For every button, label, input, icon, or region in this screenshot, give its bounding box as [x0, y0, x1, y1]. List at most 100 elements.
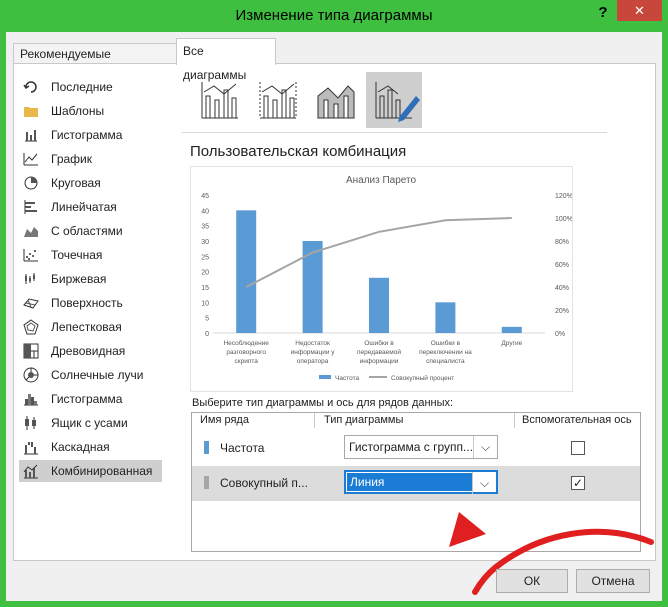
- sidebar-item-column[interactable]: Гистограмма: [19, 124, 162, 146]
- combo-heading: Пользовательская комбинация: [190, 143, 407, 160]
- dialog-window: Изменение типа диаграммы ? ✕ Рекомендуем…: [0, 0, 668, 607]
- sidebar-item-line[interactable]: График: [19, 148, 162, 170]
- secondary-axis-checkbox[interactable]: ✓: [571, 476, 585, 490]
- legend-swatch-frequency: [319, 375, 331, 379]
- y2-tick-label: 120%: [555, 193, 572, 200]
- y-tick-label: 20: [201, 270, 209, 277]
- y-tick-label: 40: [201, 208, 209, 215]
- subtype-custom-combination[interactable]: [366, 72, 422, 128]
- bar: [369, 277, 389, 333]
- chart-title: Анализ Парето: [346, 175, 417, 186]
- sidebar-item-combo[interactable]: Комбинированная: [19, 460, 162, 482]
- sidebar-item-waterfall[interactable]: Каскадная: [19, 436, 162, 458]
- tab-all-charts[interactable]: Все диаграммы: [176, 38, 276, 82]
- y-tick-label: 30: [201, 239, 209, 246]
- x-tick-label: Ошибки в: [431, 339, 461, 347]
- window-title: Изменение типа диаграммы: [235, 7, 433, 24]
- sidebar-item-bar[interactable]: Линейчатая: [19, 196, 162, 218]
- chart-type-value: Гистограмма с групп...: [349, 440, 473, 454]
- sidebar-item-box-whisker[interactable]: Ящик с усами: [19, 412, 162, 434]
- series-row-frequency[interactable]: Частота Гистограмма с групп... ⌵: [192, 431, 640, 466]
- series-color-marker: [204, 441, 209, 454]
- sidebar-item-label: Каскадная: [51, 440, 110, 454]
- sidebar-item-label: Комбинированная: [51, 464, 153, 478]
- subtype-area-column[interactable]: [308, 72, 364, 128]
- series-color-marker: [204, 476, 209, 489]
- bar: [302, 241, 323, 333]
- y-tick-label: 10: [201, 300, 209, 307]
- chevron-down-icon[interactable]: ⌵: [473, 436, 497, 458]
- combo-chart-icon: [23, 464, 38, 479]
- sidebar-item-label: Лепестковая: [51, 320, 122, 334]
- series-section-label: Выберите тип диаграммы и ось для рядов д…: [192, 397, 454, 409]
- series-name: Совокупный п...: [220, 476, 308, 490]
- x-tick-label: передаваемой: [357, 348, 401, 356]
- header-secondary-axis: Вспомогательная ось: [522, 414, 632, 426]
- sidebar-item-recent[interactable]: Последние: [19, 76, 162, 98]
- header-chart-type: Тип диаграммы: [324, 414, 404, 426]
- bar: [236, 210, 257, 333]
- help-button[interactable]: ?: [592, 2, 614, 24]
- sidebar-item-label: Поверхность: [51, 296, 123, 310]
- legend-label: Частота: [335, 375, 359, 382]
- sidebar-item-label: Круговая: [51, 176, 101, 190]
- header-divider: [314, 413, 315, 428]
- x-tick-label: информации у: [291, 349, 336, 356]
- sidebar-item-sunburst[interactable]: Солнечные лучи: [19, 364, 162, 386]
- sidebar-item-surface[interactable]: Поверхность: [19, 292, 162, 314]
- sidebar-item-label: Шаблоны: [51, 104, 105, 118]
- separator: [182, 132, 607, 133]
- sidebar-item-radar[interactable]: Лепестковая: [19, 316, 162, 338]
- y-tick-label: 0: [205, 331, 209, 338]
- radar-chart-icon: [23, 319, 39, 335]
- chart-preview: Анализ Парето 0 5 10 15 20 25 30 35 40 45 0% 20% 40% 6…: [190, 166, 573, 392]
- y2-tick-label: 0%: [555, 331, 565, 338]
- surface-chart-icon: [23, 298, 39, 309]
- header-series-name: Имя ряда: [200, 414, 249, 426]
- legend-label: Совокупный процент: [391, 374, 454, 382]
- cancel-button[interactable]: Отмена: [576, 569, 650, 593]
- sidebar-item-scatter[interactable]: Точечная: [19, 244, 162, 266]
- sidebar-item-label: Солнечные лучи: [51, 368, 144, 382]
- sunburst-chart-icon: [23, 367, 39, 383]
- sidebar-item-label: Биржевая: [51, 272, 107, 286]
- chart-type-dropdown[interactable]: Гистограмма с групп... ⌵: [344, 435, 498, 459]
- chart-type-dropdown[interactable]: Линия ⌵: [344, 470, 498, 494]
- sidebar-item-label: График: [51, 152, 92, 166]
- pareto-chart: Анализ Парето 0 5 10 15 20 25 30 35 40 45 0% 20% 40% 6…: [201, 175, 573, 382]
- area-chart-icon: [24, 227, 38, 237]
- sidebar-item-histogram[interactable]: Гистограмма: [19, 388, 162, 410]
- sidebar-item-stock[interactable]: Биржевая: [19, 268, 162, 290]
- folder-icon: [24, 107, 38, 117]
- title-bar[interactable]: Изменение типа диаграммы ? ✕: [0, 0, 668, 32]
- sidebar-item-area[interactable]: С областями: [19, 220, 162, 242]
- sidebar-item-templates[interactable]: Шаблоны: [19, 100, 162, 122]
- y2-tick-label: 60%: [555, 262, 569, 269]
- histogram-chart-icon: [24, 394, 38, 406]
- secondary-axis-checkbox[interactable]: [571, 441, 585, 455]
- sidebar-item-label: Гистограмма: [51, 128, 123, 142]
- x-tick-label: специалиста: [426, 358, 465, 365]
- treemap-chart-icon: [23, 343, 39, 359]
- dialog-client: Рекомендуемые диаграммы Все диаграммы По…: [6, 32, 662, 601]
- series-name: Частота: [220, 441, 265, 455]
- tab-recommended-charts[interactable]: Рекомендуемые диаграммы: [13, 43, 177, 81]
- sidebar-item-label: Древовидная: [51, 344, 126, 358]
- sidebar-item-treemap[interactable]: Древовидная: [19, 340, 162, 362]
- sidebar-item-label: Ящик с усами: [51, 416, 128, 430]
- x-tick-label: Другие: [501, 340, 522, 347]
- sidebar-item-label: Последние: [51, 80, 113, 94]
- combo-column-line-secondary-icon: [259, 82, 297, 119]
- chevron-down-icon[interactable]: ⌵: [472, 472, 496, 494]
- sidebar-item-label: Гистограмма: [51, 392, 123, 406]
- line-chart-icon: [23, 153, 38, 166]
- sidebar-item-pie[interactable]: Круговая: [19, 172, 162, 194]
- ok-button[interactable]: ОК: [496, 569, 568, 593]
- y2-tick-label: 80%: [555, 239, 569, 246]
- series-row-cumulative[interactable]: Совокупный п... Линия ⌵ ✓: [192, 466, 640, 501]
- y-tick-label: 15: [201, 285, 209, 292]
- close-button[interactable]: ✕: [617, 0, 662, 21]
- x-tick-label: переключении на: [419, 349, 472, 356]
- sidebar-item-label: С областями: [51, 224, 123, 238]
- subtype-column-line-secondary[interactable]: [250, 72, 306, 128]
